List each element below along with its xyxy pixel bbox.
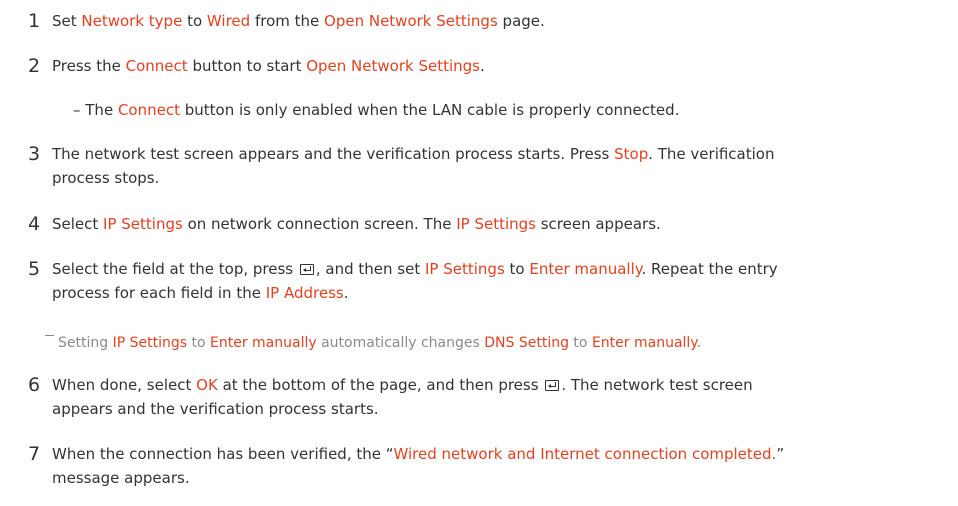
- text-run: process stops.: [52, 169, 160, 187]
- step-3-text-line2: process stops.: [52, 167, 159, 189]
- text-run: Setting: [58, 335, 113, 351]
- text-run: Press the: [52, 57, 126, 75]
- note: Setting IP Settings to Enter manually au…: [0, 332, 958, 354]
- text-run: Select: [52, 215, 104, 233]
- step-3: 3 The network test screen appears and th…: [0, 143, 958, 165]
- text-run: .: [343, 284, 349, 302]
- highlighted-term: IP Settings: [103, 215, 183, 233]
- text-run: When the connection has been verified, t…: [52, 445, 394, 463]
- step-5-cont: process for each field in the IP Address…: [0, 282, 958, 304]
- step-6: 6 When done, select OK at the bottom of …: [0, 374, 958, 396]
- step-6-text-line2: appears and the verification process sta…: [52, 398, 379, 420]
- step-number: 6: [28, 374, 41, 396]
- highlighted-term: Enter manually: [529, 260, 642, 278]
- highlighted-term: Network type: [81, 12, 183, 30]
- text-run: button to start: [187, 57, 307, 75]
- text-run: . The network test screen: [561, 376, 753, 394]
- step-4-text: Select IP Settings on network connection…: [52, 213, 661, 235]
- step-2-text: Press the Connect button to start Open N…: [52, 55, 485, 77]
- text-run: ”: [776, 445, 785, 463]
- step-4: 4 Select IP Settings on network connecti…: [0, 213, 958, 235]
- text-run: page.: [497, 12, 545, 30]
- highlighted-term: Connect: [125, 57, 188, 75]
- text-run: . Repeat the entry: [641, 260, 778, 278]
- step-1: 1 Set Network type to Wired from the Ope…: [0, 10, 958, 32]
- text-run: When done, select: [52, 376, 197, 394]
- step-5-text-line2: process for each field in the IP Address…: [52, 282, 348, 304]
- step-6-text-line1: When done, select OK at the bottom of th…: [52, 374, 753, 396]
- text-run: Select the field at the top, press: [52, 260, 298, 278]
- highlighted-term: Open Network Settings: [306, 57, 480, 75]
- text-run: , and then set: [315, 260, 425, 278]
- text-run: screen appears.: [535, 215, 661, 233]
- highlighted-term: Wired: [206, 12, 251, 30]
- step-number: 7: [28, 443, 41, 465]
- text-run: process for each field in the: [52, 284, 266, 302]
- step-6-cont: appears and the verification process sta…: [0, 398, 958, 420]
- highlighted-term: IP Settings: [112, 335, 188, 351]
- note-dash-icon: [45, 335, 54, 336]
- step-5-text-line1: Select the field at the top, press , and…: [52, 258, 778, 280]
- step-number: 4: [28, 213, 41, 235]
- note-text: Setting IP Settings to Enter manually au…: [58, 332, 701, 354]
- step-1-text: Set Network type to Wired from the Open …: [52, 10, 545, 32]
- step-number: 5: [28, 258, 41, 280]
- highlighted-term: DNS Setting: [484, 335, 569, 351]
- enter-key-icon: [545, 380, 560, 391]
- highlighted-term: Open Network Settings: [324, 12, 498, 30]
- text-run: on network connection screen. The: [182, 215, 457, 233]
- text-run: The network test screen appears and the …: [52, 145, 615, 163]
- highlighted-term: IP Settings: [456, 215, 536, 233]
- text-run: to: [504, 260, 530, 278]
- highlighted-term: Connect: [117, 101, 180, 119]
- step-number: 2: [28, 55, 41, 77]
- text-run: to: [182, 12, 207, 30]
- step-number: 3: [28, 143, 41, 165]
- text-run: appears and the verification process sta…: [52, 400, 379, 418]
- text-run: .: [696, 335, 702, 351]
- step-7-cont: message appears.: [0, 467, 958, 489]
- step-2: 2 Press the Connect button to start Open…: [0, 55, 958, 77]
- step-3-text-line1: The network test screen appears and the …: [52, 143, 774, 165]
- highlighted-term: IP Settings: [425, 260, 505, 278]
- text-run: to: [187, 335, 210, 351]
- text-run: .: [479, 57, 485, 75]
- instructions-document: 1 Set Network type to Wired from the Ope…: [0, 0, 958, 506]
- text-run: from the: [250, 12, 325, 30]
- step-2-subnote: – The Connect button is only enabled whe…: [0, 99, 958, 121]
- highlighted-term: Enter manually: [210, 335, 317, 351]
- highlighted-term: IP Address: [265, 284, 344, 302]
- text-run: Set: [52, 12, 82, 30]
- text-run: automatically changes: [316, 335, 485, 351]
- text-run: – The: [73, 101, 118, 119]
- text-run: message appears.: [52, 469, 190, 487]
- step-7-text-line2: message appears.: [52, 467, 190, 489]
- text-run: button is only enabled when the LAN cabl…: [179, 101, 680, 119]
- text-run: to: [568, 335, 592, 351]
- step-7-text-line1: When the connection has been verified, t…: [52, 443, 784, 465]
- step-3-cont: process stops.: [0, 167, 958, 189]
- step-5: 5 Select the field at the top, press , a…: [0, 258, 958, 280]
- enter-key-icon: [299, 264, 314, 275]
- step-7: 7 When the connection has been verified,…: [0, 443, 958, 465]
- highlighted-term: Wired network and Internet connection co…: [393, 445, 777, 463]
- highlighted-term: Enter manually: [591, 335, 697, 351]
- highlighted-term: OK: [196, 376, 218, 394]
- step-number: 1: [28, 10, 41, 32]
- text-run: . The verification: [648, 145, 775, 163]
- highlighted-term: Stop: [614, 145, 649, 163]
- text-run: at the bottom of the page, and then pres…: [217, 376, 544, 394]
- step-2-subnote-text: – The Connect button is only enabled whe…: [73, 99, 679, 121]
